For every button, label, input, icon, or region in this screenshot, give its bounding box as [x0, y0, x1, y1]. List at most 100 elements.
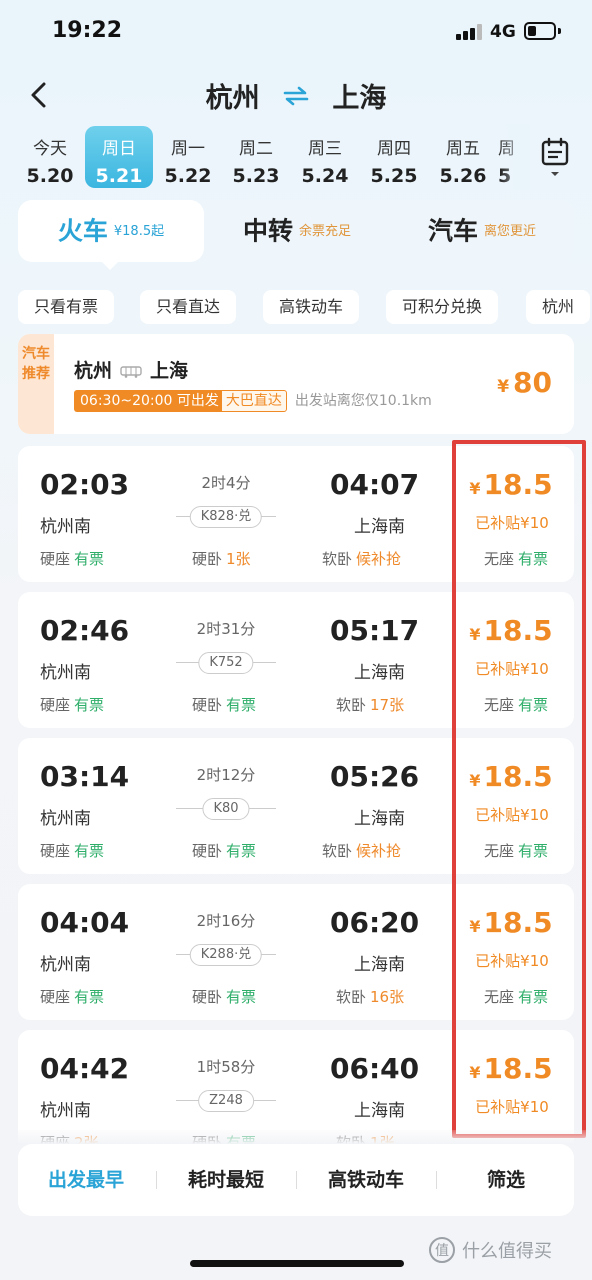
date-weekday: 周三 — [308, 139, 342, 159]
date-item[interactable]: 周四 5.25 — [360, 126, 428, 188]
route-to: 上海 — [332, 83, 387, 114]
filter-chip[interactable]: 只看有票 — [18, 290, 115, 324]
train-code: K828·兑 — [189, 506, 263, 528]
sort-high-speed[interactable]: 高铁动车 — [298, 1144, 434, 1216]
departure-time: 04:42 — [40, 1052, 130, 1085]
watermark-text: 什么值得买 — [462, 1241, 552, 1262]
arrival-station: 上海南 — [354, 955, 405, 975]
filter-button[interactable]: 筛选 — [438, 1144, 574, 1216]
date-value: 5.26 — [439, 165, 487, 187]
seat-info: 软卧 16张 — [336, 986, 404, 1007]
calendar-button[interactable] — [538, 136, 572, 180]
departure-time: 04:04 — [40, 906, 130, 939]
route-title: 杭州 上海 — [0, 76, 592, 115]
bus-price: ¥80 — [497, 366, 552, 399]
duration: 2时31分 — [196, 620, 256, 638]
seat-status: 有票 — [226, 696, 257, 714]
seat-type: 硬卧 — [192, 696, 223, 714]
date-weekday: 周日 — [102, 139, 136, 159]
seat-info: 软卧 候补抢 — [322, 840, 401, 861]
bus-recommendation-card[interactable]: 汽车推荐 杭州 上海 06:30~20:00 可出发 大巴直达 出发站离您仅10.1… — [18, 334, 574, 434]
seat-status: 候补抢 — [356, 842, 402, 860]
arrival-station: 上海南 — [354, 1101, 405, 1121]
date-item[interactable]: 今天 5.20 — [16, 126, 84, 188]
tab-train[interactable]: 火车 ¥18.5起 — [18, 200, 204, 262]
tab-bus[interactable]: 汽车 离您更近 — [390, 200, 574, 262]
route-from: 杭州 — [205, 83, 260, 114]
date-value: 5.24 — [301, 165, 349, 187]
status-bar: 19:22 4G — [0, 0, 592, 62]
sort-earliest[interactable]: 出发最早 — [18, 1144, 154, 1216]
seat-info: 软卧 候补抢 — [322, 548, 401, 569]
bus-price-value: 80 — [513, 366, 552, 399]
train-code: K80 — [202, 798, 250, 820]
date-value: 5.20 — [26, 165, 74, 187]
seat-status: 1张 — [226, 550, 251, 568]
seat-status: 有票 — [74, 696, 105, 714]
seat-type: 硬卧 — [192, 842, 223, 860]
train-code-wrap: K288·兑 — [176, 944, 276, 966]
date-item[interactable]: 周三 5.24 — [291, 126, 359, 188]
transport-mode-tabs: 火车 ¥18.5起 中转 余票充足 汽车 离您更近 — [18, 200, 574, 262]
arrival-time: 06:20 — [330, 906, 420, 939]
date-item[interactable]: 周一 5.22 — [154, 126, 222, 188]
date-weekday: 周四 — [377, 139, 411, 159]
bus-direct-tag: 大巴直达 — [220, 390, 287, 412]
date-value: 5.23 — [232, 165, 280, 187]
date-item[interactable]: 周二 5.23 — [222, 126, 290, 188]
network-type: 4G — [490, 22, 516, 42]
date-value: 5.25 — [370, 165, 418, 187]
home-indicator — [190, 1260, 404, 1267]
duration: 2时12分 — [196, 766, 256, 784]
train-code: K752 — [198, 652, 254, 674]
date-selector: 今天 5.20 周日 5.21 周一 5.22 周二 5.23 周三 5.24 … — [16, 124, 526, 190]
bus-distance: 出发站离您仅10.1km — [294, 393, 432, 409]
seat-status: 有票 — [74, 550, 105, 568]
filter-chip[interactable]: 只看直达 — [140, 290, 237, 324]
sort-bar: 出发最早 耗时最短 高铁动车 筛选 — [18, 1144, 574, 1216]
seat-type: 软卧 — [322, 842, 353, 860]
arrival-time: 06:40 — [330, 1052, 420, 1085]
date-weekday: 周一 — [171, 139, 205, 159]
tab-train-label: 火车 — [57, 216, 108, 246]
train-code: Z248 — [198, 1090, 254, 1112]
tab-transfer[interactable]: 中转 余票充足 — [204, 200, 390, 262]
bus-time-range: 06:30~20:00 可出发 — [74, 390, 225, 412]
seat-type: 硬卧 — [192, 988, 223, 1006]
sort-shortest[interactable]: 耗时最短 — [158, 1144, 294, 1216]
seat-info: 硬卧有票 — [192, 694, 256, 715]
seat-info: 硬卧有票 — [192, 840, 256, 861]
departure-station: 杭州南 — [40, 517, 91, 537]
seat-type: 硬座 — [40, 696, 71, 714]
seat-status: 有票 — [226, 842, 257, 860]
filter-chip[interactable]: 杭州 — [526, 290, 591, 324]
arrival-station: 上海南 — [354, 517, 405, 537]
divider — [296, 1171, 297, 1189]
svg-text:值: 值 — [435, 1243, 449, 1259]
tab-bus-label: 汽车 — [427, 216, 478, 246]
seat-info: 硬卧有票 — [192, 986, 256, 1007]
seat-status: 17张 — [370, 696, 405, 714]
train-code-wrap: K80 — [176, 798, 276, 820]
bus-icon — [120, 365, 142, 378]
departure-time: 02:46 — [40, 614, 130, 647]
departure-station: 杭州南 — [40, 663, 91, 683]
duration: 1时58分 — [196, 1058, 256, 1076]
filter-chip[interactable]: 高铁动车 — [263, 290, 360, 324]
seat-info: 软卧 17张 — [336, 694, 404, 715]
seat-status: 有票 — [226, 988, 257, 1006]
date-fade — [500, 124, 530, 190]
seat-info: 硬座 有票 — [40, 986, 104, 1007]
date-item[interactable]: 周五 5.26 — [429, 126, 497, 188]
arrival-station: 上海南 — [354, 663, 405, 683]
bus-from: 杭州 — [74, 360, 113, 382]
swap-icon[interactable] — [281, 84, 311, 108]
filter-chip[interactable]: 可积分兑换 — [386, 290, 499, 324]
seat-info: 硬座 有票 — [40, 694, 104, 715]
arrival-time: 05:26 — [330, 760, 420, 793]
seat-type: 硬座 — [40, 550, 71, 568]
duration: 2时16分 — [196, 912, 256, 930]
tab-transfer-label: 中转 — [242, 216, 293, 246]
tab-transfer-sub: 余票充足 — [299, 223, 352, 239]
date-item-selected[interactable]: 周日 5.21 — [85, 126, 153, 188]
